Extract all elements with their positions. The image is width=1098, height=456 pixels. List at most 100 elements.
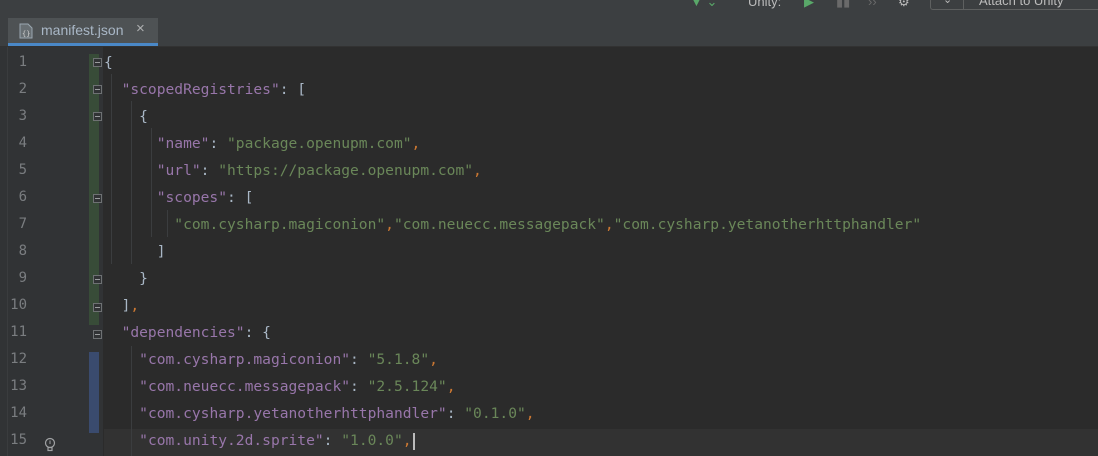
code-line[interactable]: "com.cysharp.magiconion": "5.1.8", bbox=[104, 346, 438, 373]
fold-icon[interactable] bbox=[93, 275, 102, 284]
code-token: : { bbox=[244, 324, 271, 341]
code-token: "5.1.8" bbox=[367, 351, 430, 368]
fold-icon[interactable] bbox=[93, 303, 102, 312]
code-token: } bbox=[139, 270, 148, 287]
code-token: : bbox=[350, 351, 368, 368]
profiler-icon[interactable]: ⚙ bbox=[898, 0, 910, 10]
code-token: "package.openupm.com" bbox=[227, 135, 412, 152]
svg-text:{}: {} bbox=[22, 30, 30, 38]
code-token: : bbox=[209, 135, 228, 152]
line-number: 9 bbox=[18, 270, 27, 286]
code-token: "com.cysharp.magiconion" bbox=[139, 351, 351, 368]
fold-icon[interactable] bbox=[93, 194, 102, 203]
step-icon[interactable]: ›› bbox=[868, 0, 877, 9]
close-icon[interactable]: × bbox=[136, 20, 145, 37]
code-token: "url" bbox=[156, 162, 201, 179]
code-line[interactable]: "name": "package.openupm.com", bbox=[104, 130, 421, 157]
code-area[interactable]: { "scopedRegistries": [ { "name": "packa… bbox=[104, 47, 1098, 456]
fold-icon[interactable] bbox=[93, 112, 102, 121]
fold-icon[interactable] bbox=[93, 85, 102, 94]
code-token: "2.5.124" bbox=[367, 378, 447, 395]
tab-manifest-json[interactable]: {} manifest.json × bbox=[8, 18, 158, 46]
line-number: 2 bbox=[18, 81, 27, 97]
code-token: "scopes" bbox=[156, 189, 228, 206]
line-number: 12 bbox=[10, 351, 27, 367]
code-line[interactable]: ] bbox=[104, 238, 166, 265]
code-token: "https://package.openupm.com" bbox=[218, 162, 474, 179]
line-number: 4 bbox=[18, 135, 27, 151]
code-token: "com.unity.2d.sprite" bbox=[139, 432, 324, 449]
code-token: : bbox=[200, 162, 219, 179]
code-line[interactable]: "com.neuecc.messagepack": "2.5.124", bbox=[104, 373, 455, 400]
code-token: , bbox=[446, 378, 456, 395]
code-line[interactable]: "com.cysharp.magiconion","com.neuecc.mes… bbox=[104, 211, 921, 238]
code-token: "0.1.0" bbox=[464, 405, 526, 422]
fold-icon[interactable] bbox=[93, 58, 102, 67]
code-line[interactable]: "dependencies": { bbox=[104, 319, 271, 346]
code-token: "dependencies" bbox=[121, 324, 245, 341]
code-line[interactable]: "url": "https://package.openupm.com", bbox=[104, 157, 482, 184]
lightbulb-icon[interactable] bbox=[42, 437, 58, 453]
code-token: , bbox=[473, 162, 482, 179]
json-file-icon: {} bbox=[19, 23, 33, 39]
chevron-down-icon: ⌄ bbox=[943, 0, 953, 6]
editor-tab-bar: {} manifest.json × bbox=[0, 14, 1098, 47]
code-line[interactable]: } bbox=[104, 265, 148, 292]
editor-gutter: 1 2 3 4 5 6 7 8 9 10 11 12 13 14 15 bbox=[0, 47, 103, 456]
vcs-change-marker-added[interactable] bbox=[89, 54, 99, 325]
debug-icon[interactable]: ▮▮ bbox=[836, 0, 850, 10]
code-token: "1.0.0" bbox=[341, 432, 403, 449]
code-line[interactable]: { bbox=[104, 103, 148, 130]
vcs-arrow-icon[interactable]: ▼ ⌄ bbox=[690, 0, 717, 10]
code-token: : bbox=[323, 432, 342, 449]
code-token: , bbox=[411, 135, 421, 152]
attach-to-unity-dropdown[interactable]: ⌄ Attach to Unity bbox=[930, 0, 1098, 10]
code-token: , bbox=[429, 351, 438, 368]
run-icon[interactable]: ▶ bbox=[804, 0, 814, 10]
line-number: 10 bbox=[10, 297, 27, 313]
code-token: "scopedRegistries" bbox=[121, 81, 280, 98]
code-token: : bbox=[350, 378, 368, 395]
main-toolbar: ▼ ⌄ Unity: ▶ ▮▮ ›› ⚙ ⌄ Attach to Unity bbox=[0, 0, 1098, 14]
code-line[interactable]: "com.unity.2d.sprite": "1.0.0", bbox=[104, 427, 415, 454]
code-editor[interactable]: 1 2 3 4 5 6 7 8 9 10 11 12 13 14 15 { "scopedRegistrie… bbox=[0, 47, 1098, 456]
line-number: 1 bbox=[18, 54, 27, 70]
fold-icon[interactable] bbox=[93, 330, 102, 339]
code-line[interactable]: { bbox=[104, 49, 113, 76]
code-token: "com.cysharp.yetanotherhttphandler" bbox=[613, 216, 922, 233]
vcs-change-marker-modified[interactable] bbox=[89, 352, 99, 433]
code-token: "com.cysharp.magiconion" bbox=[174, 216, 386, 233]
code-line[interactable]: "scopedRegistries": [ bbox=[104, 76, 307, 103]
line-number: 7 bbox=[18, 216, 27, 232]
code-line[interactable]: "scopes": [ bbox=[104, 184, 254, 211]
code-token: : [ bbox=[227, 189, 254, 206]
line-number: 8 bbox=[18, 243, 27, 259]
run-config-label[interactable]: Unity: bbox=[748, 0, 781, 9]
code-line[interactable]: ], bbox=[104, 292, 140, 319]
line-number: 14 bbox=[10, 405, 27, 421]
dropdown-divider bbox=[963, 0, 964, 9]
code-token: ] bbox=[156, 243, 166, 260]
code-token: , bbox=[402, 432, 412, 449]
code-token: : [ bbox=[279, 81, 307, 98]
code-token: "com.neuecc.messagepack" bbox=[139, 378, 351, 395]
code-line[interactable]: "com.cysharp.yetanotherhttphandler": "0.… bbox=[104, 400, 534, 427]
code-token: "com.cysharp.yetanotherhttphandler" bbox=[139, 405, 447, 422]
line-number: 13 bbox=[10, 378, 27, 394]
code-token: "com.neuecc.messagepack" bbox=[393, 216, 605, 233]
code-token: { bbox=[104, 54, 113, 71]
line-number: 5 bbox=[18, 162, 27, 178]
tab-label: manifest.json bbox=[41, 22, 124, 38]
code-token: , bbox=[604, 216, 614, 233]
line-number: 15 bbox=[10, 432, 27, 448]
